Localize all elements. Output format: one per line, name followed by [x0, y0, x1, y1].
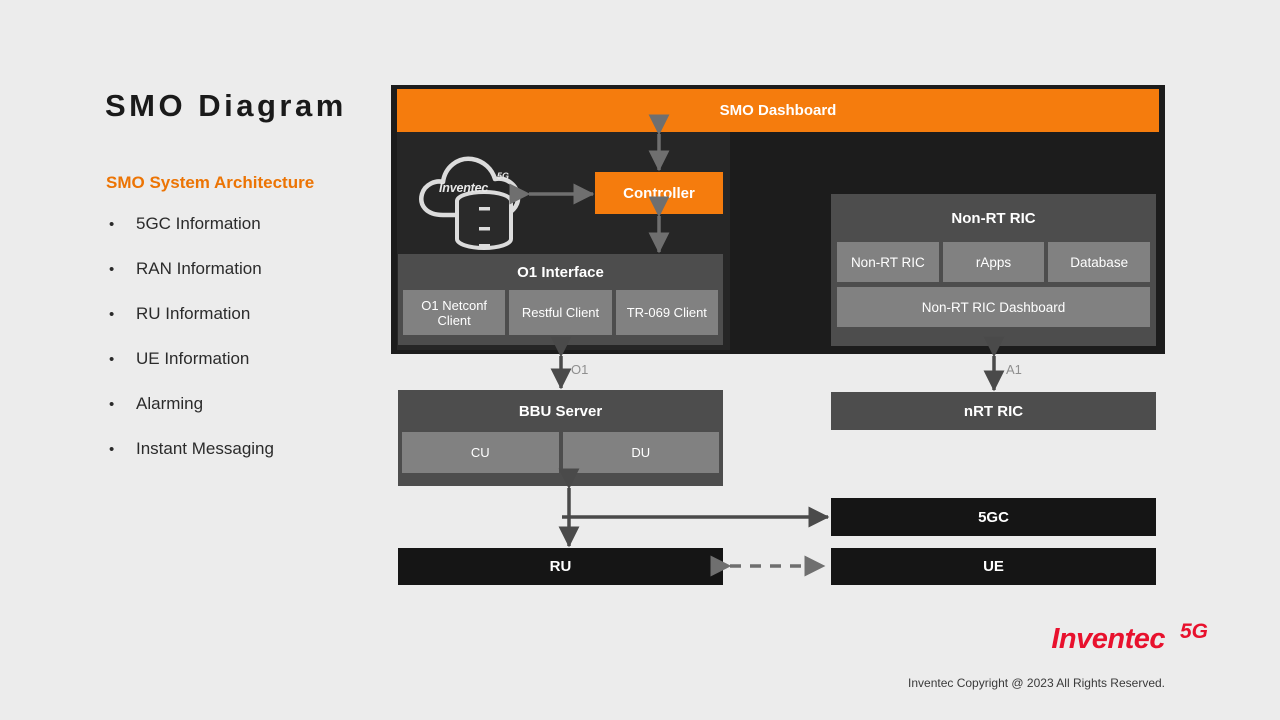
- list-item: • 5GC Information: [106, 214, 396, 259]
- bbu-server-title: BBU Server: [518, 402, 603, 420]
- cloud-logo-label: Inventec: [439, 181, 489, 195]
- nrt-ric-box[interactable]: nRT RIC: [831, 392, 1156, 430]
- section-subtitle: SMO System Architecture: [106, 173, 315, 192]
- bullet-marker-icon: •: [109, 306, 115, 323]
- non-rt-ric-box[interactable]: Non-RT RIC: [837, 242, 939, 282]
- list-item-label: RU Information: [136, 304, 251, 323]
- smo-dashboard-bar[interactable]: SMO Dashboard: [397, 89, 1159, 132]
- non-rt-ric-dashboard-box[interactable]: Non-RT RIC Dashboard: [837, 287, 1150, 327]
- o1-interface-group: O1 Interface O1 Netconf Client Restful C…: [398, 254, 723, 345]
- restful-client-box[interactable]: Restful Client: [509, 290, 612, 335]
- controller-box[interactable]: Controller: [595, 172, 723, 214]
- rapps-box[interactable]: rApps: [942, 242, 1045, 282]
- cloud-database-icon: Inventec 5G: [412, 143, 534, 256]
- list-item: • Instant Messaging: [106, 439, 396, 484]
- o1-client-row: O1 Netconf Client Restful Client TR-069 …: [398, 290, 723, 335]
- bbu-unit-row: CU DU: [398, 432, 723, 473]
- list-item-label: 5GC Information: [136, 214, 261, 233]
- list-item: • RAN Information: [106, 259, 396, 304]
- non-rt-ric-title: Non-RT RIC: [951, 209, 1036, 227]
- feature-bullet-list: • 5GC Information • RAN Information • RU…: [106, 214, 396, 484]
- bullet-marker-icon: •: [109, 351, 115, 368]
- copyright-text: Inventec Copyright @ 2023 All Rights Res…: [908, 676, 1165, 690]
- list-item: • RU Information: [106, 304, 396, 349]
- inventec-logo-5g: 5G: [1179, 620, 1208, 643]
- list-item-label: RAN Information: [136, 259, 262, 278]
- inventec-logo: Inventec: [1051, 623, 1165, 655]
- o1-interface-title: O1 Interface: [517, 263, 604, 281]
- non-rt-ric-sub-row: Non-RT RIC rApps Database: [831, 242, 1156, 282]
- fivegc-box[interactable]: 5GC: [831, 498, 1156, 536]
- cloud-logo-5g-label: 5G: [497, 171, 510, 181]
- cu-box[interactable]: CU: [402, 432, 559, 473]
- ru-box[interactable]: RU: [398, 548, 723, 585]
- connector-label-o1: O1: [571, 362, 589, 377]
- bullet-marker-icon: •: [109, 396, 115, 413]
- list-item: • Alarming: [106, 394, 396, 439]
- bbu-server-group: BBU Server CU DU: [398, 390, 723, 486]
- tr069-client-box[interactable]: TR-069 Client: [615, 290, 718, 335]
- connector-label-a1: A1: [1006, 362, 1022, 377]
- list-item: • UE Information: [106, 349, 396, 394]
- bullet-marker-icon: •: [109, 216, 115, 233]
- bullet-marker-icon: •: [109, 261, 115, 278]
- list-item-label: Alarming: [136, 394, 204, 413]
- page-title: SMO Diagram: [105, 88, 347, 123]
- o1-netconf-client-box[interactable]: O1 Netconf Client: [403, 290, 506, 335]
- du-box[interactable]: DU: [562, 432, 719, 473]
- list-item-label: UE Information: [136, 349, 250, 368]
- bullet-marker-icon: •: [109, 441, 115, 458]
- list-item-label: Instant Messaging: [136, 439, 274, 458]
- database-box[interactable]: Database: [1048, 242, 1151, 282]
- ue-box[interactable]: UE: [831, 548, 1156, 585]
- non-rt-ric-group: Non-RT RIC Non-RT RIC rApps Database Non…: [831, 194, 1156, 346]
